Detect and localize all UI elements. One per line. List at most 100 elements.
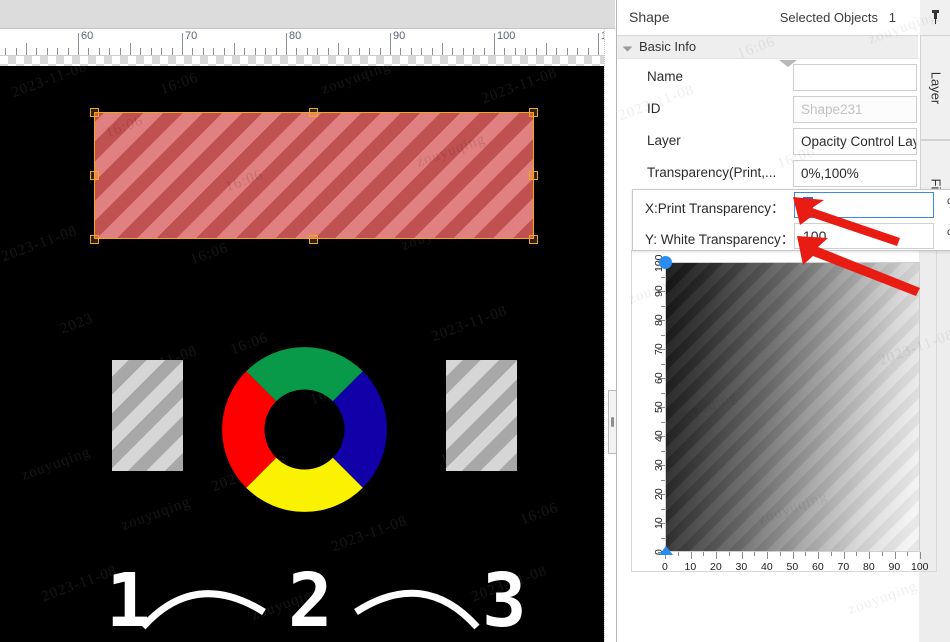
selection-handle-w[interactable] [90,171,99,180]
white-transparency-handle[interactable] [659,256,672,269]
panel-header: Shape Selected Objects 1 [617,0,918,36]
selection-handle-e[interactable] [529,171,538,180]
digit-3: 3 [482,558,527,642]
digit-2: 2 [288,558,333,642]
row-id: ID Shape231 [617,94,918,126]
white-transparency-value: 100 [803,228,827,244]
y-axis-label: 50 [653,401,665,414]
x-axis-tick [843,552,845,559]
x-axis-label: 30 [735,561,748,573]
x-axis-label: 80 [863,561,875,573]
y-axis-label: 20 [653,488,665,501]
x-axis-label: 40 [761,561,773,573]
x-axis-tick [767,552,768,559]
ruler-label: 70 [185,30,198,42]
row-label-transparency: Transparency(Print,... [647,165,777,180]
ruler-tick-minor [161,48,162,55]
ruler-tick-minor [203,48,204,55]
x-axis-minor-tick [830,552,832,556]
ruler-tick-minor [5,48,6,55]
selection-handle-n[interactable] [309,108,318,117]
ruler-tick-minor [536,48,537,55]
y-axis-label: 60 [653,372,665,385]
transparency-popup: X:Print Transparency： 0 % Y: White Trans… [632,189,950,251]
ruler-tick-minor [244,48,245,55]
selection-handle-nw[interactable] [90,108,99,117]
gradient-plot-area[interactable] [665,262,920,552]
selected-objects-count: 1 [888,10,896,25]
tab-layer[interactable]: Layer [920,35,950,140]
ruler-tick-major [494,33,495,55]
ruler-tick-minor [546,43,547,55]
editor-canvas-area: 60708090100110 2023-11-08 16:06 zouyuqin… [0,0,618,642]
y-axis-minor-tick [661,537,665,539]
section-header-basic-info[interactable]: Basic Info [617,36,918,59]
ruler-tick-minor [99,48,100,55]
ruler-tick-minor [421,48,422,55]
row-transparency: Transparency(Print,... 0%,100% [617,158,918,190]
color-wheel[interactable] [222,347,387,512]
y-axis-minor-tick [661,363,665,365]
ruler-tick-minor [151,48,152,55]
ruler-tick-minor [234,43,235,55]
x-axis-label: 50 [786,561,799,573]
y-axis-label: 30 [653,459,665,472]
selection-handle-ne[interactable] [529,108,538,117]
ruler-label: 60 [81,30,94,42]
x-axis-label: 70 [837,561,850,573]
ruler-tick-minor [224,48,225,55]
ruler-tick-minor [47,48,48,55]
ruler-tick-minor [213,48,214,55]
y-axis-minor-tick [661,421,665,423]
x-axis-tick [894,552,896,559]
ruler-tick-minor [192,48,193,55]
ruler-tick-minor [577,48,578,55]
pin-panel-button[interactable] [920,0,950,36]
selection-handle-sw[interactable] [90,235,99,244]
x-axis-minor-tick [703,552,705,556]
ruler-tick-minor [525,48,526,55]
print-transparency-input[interactable]: 0 [794,192,934,218]
ruler-tick-minor [484,48,485,55]
selection-handle-se[interactable] [529,235,538,244]
print-transparency-label: X:Print Transparency： [645,201,785,216]
y-axis-label: 40 [653,430,665,443]
ruler-label: 100 [497,30,516,42]
layer-select[interactable]: Opacity Control Layer [793,128,917,155]
ruler-tick-minor [140,48,141,55]
ruler-label: 80 [289,30,302,42]
gray-striped-rect-left[interactable] [112,360,183,471]
x-axis-tick [690,552,692,559]
ruler-tick-minor [515,48,516,55]
canvas-vertical-scrollbar[interactable] [604,29,614,642]
properties-panel: Shape Selected Objects 1 Basic Info Name… [616,0,950,642]
selected-shape[interactable]: 16:06 16:06 zouyuqing [94,112,534,239]
design-canvas[interactable]: 2023-11-08 16:06 zouyuqing 2023-11-08 20… [0,66,613,642]
name-input[interactable] [793,64,917,91]
print-transparency-handle[interactable] [659,546,673,555]
ruler-tick-minor [16,48,17,55]
gradient-chart[interactable]: 0 10 20 30 40 50 60 70 80 90 100 0 10 20 30 40 50 60 70 80 9… [631,254,937,573]
ruler-tick-minor [307,48,308,55]
transparency-input[interactable]: 0%,100% [793,160,917,187]
ruler-tick-minor [172,48,173,55]
ruler-tick-minor [88,48,89,55]
ruler-tick-minor [452,48,453,55]
white-transparency-input[interactable]: 100 [794,223,934,249]
ruler-tick-minor [57,48,58,55]
y-axis-minor-tick [661,276,665,278]
selection-handle-s[interactable] [309,235,318,244]
horizontal-ruler[interactable]: 60708090100110 [0,29,613,56]
ruler-tick-minor [338,43,339,55]
id-input: Shape231 [793,96,917,123]
ruler-tick-minor [255,48,256,55]
row-label-name: Name [647,69,684,84]
gray-striped-rect-right[interactable] [446,360,517,471]
pin-icon [932,10,939,24]
row-label-id: ID [647,101,661,116]
x-axis-label: 20 [710,561,722,573]
x-axis-minor-tick [677,552,679,556]
ruler-tick-minor [348,48,349,55]
y-axis-minor-tick [661,450,665,452]
triangle-collapse-icon [622,41,633,52]
